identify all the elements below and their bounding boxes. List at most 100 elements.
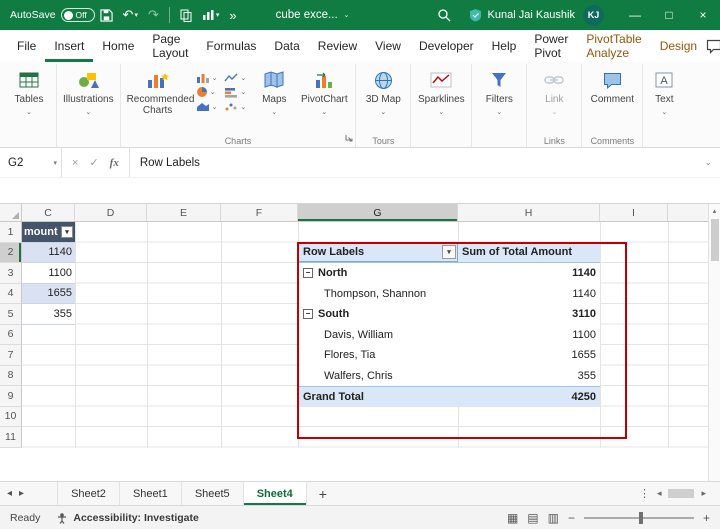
maximize-button[interactable]: □ [652,0,686,30]
page-break-view-icon[interactable]: ▥ [548,511,559,525]
recommended-charts-button[interactable]: Recommended Charts [125,66,191,119]
tab-power-pivot[interactable]: Power Pivot [525,30,577,62]
minimize-button[interactable]: — [618,0,652,30]
insert-function-button[interactable]: fx [110,157,119,169]
cell-c4[interactable]: 1655 [22,284,75,305]
pivot-detail-value-cell[interactable]: 1655 [458,345,600,366]
row-header-2[interactable]: 2 [0,243,22,264]
pivot-grand-total-value-cell[interactable]: 4250 [458,387,600,407]
more-dots-icon[interactable]: ⋮ [639,487,650,500]
pivot-row-labels-cell[interactable]: Row Labels ▾ [298,243,458,263]
row-header-3[interactable]: 3 [0,263,22,284]
tab-page-layout[interactable]: Page Layout [143,30,197,62]
tab-pivottable-analyze[interactable]: PivotTable Analyze [577,30,650,62]
formula-bar-expanded-area[interactable] [0,178,720,204]
row-header-6[interactable]: 6 [0,325,22,346]
sheet-nav-left-icon[interactable]: ◂ [0,488,19,499]
name-box[interactable]: G2 ▾ [0,148,62,177]
avatar[interactable]: KJ [583,5,604,26]
close-button[interactable]: × [686,0,720,30]
save-button[interactable] [100,9,113,22]
row-header-8[interactable]: 8 [0,366,22,387]
enter-button[interactable]: ✓ [89,156,98,169]
row-header-5[interactable]: 5 [0,304,22,325]
column-header-e[interactable]: E [147,204,221,221]
column-header-g[interactable]: G [298,204,458,221]
tab-design[interactable]: Design [651,30,706,62]
redo-button[interactable]: ↷ [148,7,159,23]
pivot-group-value-cell[interactable]: 3110 [458,304,600,325]
pivot-group-label-cell[interactable]: −North [298,263,458,284]
line-chart-button[interactable]: ⌄ [224,72,246,83]
cancel-button[interactable]: × [72,157,78,169]
sheet-tab-sheet2[interactable]: Sheet2 [58,482,120,505]
pivot-group-value-cell[interactable]: 1140 [458,263,600,284]
select-all-button[interactable] [0,204,22,221]
pivot-detail-label-cell[interactable]: Walfers, Chris [298,366,458,387]
accessibility-status[interactable]: Accessibility: Investigate [56,512,198,524]
pivot-detail-label-cell[interactable]: Flores, Tia [298,345,458,366]
row-header-9[interactable]: 9 [0,386,22,407]
column-header-c[interactable]: C [22,204,75,221]
collapse-icon[interactable]: − [303,309,313,319]
quick-chart-button[interactable]: ▾ [202,9,220,21]
tab-file[interactable]: File [8,30,45,62]
charts-dialog-launcher[interactable] [345,133,353,145]
formula-bar-collapse-button[interactable]: ⌄ [704,157,720,168]
filter-dropdown-icon[interactable]: ▾ [61,226,73,238]
tab-home[interactable]: Home [93,30,143,62]
pivot-detail-value-cell[interactable]: 1140 [458,284,600,305]
collapse-icon[interactable]: − [303,268,313,278]
tab-developer[interactable]: Developer [410,30,483,62]
pivot-detail-label-cell[interactable]: Thompson, Shannon [298,284,458,305]
row-header-4[interactable]: 4 [0,284,22,305]
column-header-h[interactable]: H [458,204,600,221]
pivot-detail-label-cell[interactable]: Davis, William [298,325,458,346]
pivot-grand-total-label-cell[interactable]: Grand Total [298,387,458,407]
zoom-slider[interactable] [584,517,694,519]
user-name[interactable]: Kunal Jai Kaushik [488,9,575,21]
zoom-out-button[interactable]: − [568,511,575,525]
zoom-slider-thumb[interactable] [639,512,643,524]
document-title-button[interactable]: cube exce... ⌄ [276,9,350,21]
tab-insert[interactable]: Insert [45,30,93,62]
more-commands-button[interactable]: » [229,8,236,23]
hscroll-left-icon[interactable]: ◂ [657,488,662,499]
tab-data[interactable]: Data [265,30,308,62]
row-header-1[interactable]: 1 [0,222,22,243]
formula-input[interactable]: Row Labels [130,157,705,169]
column-header-blank[interactable] [668,204,708,221]
zoom-in-button[interactable]: + [703,511,710,525]
column-chart-button[interactable]: ⌄ [196,72,218,83]
comment-button[interactable]: Comment [586,66,638,108]
scroll-up-icon[interactable]: ▴ [713,207,717,215]
maps-button[interactable]: Maps ⌄ [251,66,297,119]
sheet-nav-right-icon[interactable]: ▸ [19,488,31,499]
pivot-group-label-cell[interactable]: −South [298,304,458,325]
page-layout-view-icon[interactable]: ▤ [527,511,538,525]
pivot-filter-dropdown-icon[interactable]: ▾ [442,245,456,259]
autosave-toggle[interactable]: AutoSave Off [10,8,95,22]
row-header-7[interactable]: 7 [0,345,22,366]
filters-button[interactable]: Filters ⌄ [476,66,522,119]
link-button[interactable]: Link ⌄ [531,66,577,119]
tab-formulas[interactable]: Formulas [197,30,265,62]
row-header-11[interactable]: 11 [0,427,22,448]
hscroll-right-icon[interactable]: ▸ [701,488,706,499]
tab-help[interactable]: Help [483,30,526,62]
cells-area[interactable]: 1 2 3 4 5 6 7 8 9 10 11 mount ▾ 1140 110… [0,222,708,448]
cell-c5[interactable]: 355 [22,304,75,325]
pivot-values-header-cell[interactable]: Sum of Total Amount [458,243,600,263]
bar-chart-button[interactable]: ⌄ [224,86,246,98]
comment-bubble-icon[interactable] [706,39,720,54]
text-button[interactable]: A Text ⌄ [647,66,681,119]
pie-chart-button[interactable]: ⌄ [196,86,218,98]
sheet-tab-sheet4[interactable]: Sheet4 [244,482,307,505]
pivot-detail-value-cell[interactable]: 1100 [458,325,600,346]
column-header-d[interactable]: D [75,204,147,221]
cell-c3[interactable]: 1100 [22,263,75,284]
horizontal-scrollbar-thumb[interactable] [668,489,694,498]
autosave-switch[interactable]: Off [61,8,95,22]
illustrations-button[interactable]: Illustrations ⌄ [61,66,116,119]
3d-map-button[interactable]: 3D Map ⌄ [360,66,406,119]
